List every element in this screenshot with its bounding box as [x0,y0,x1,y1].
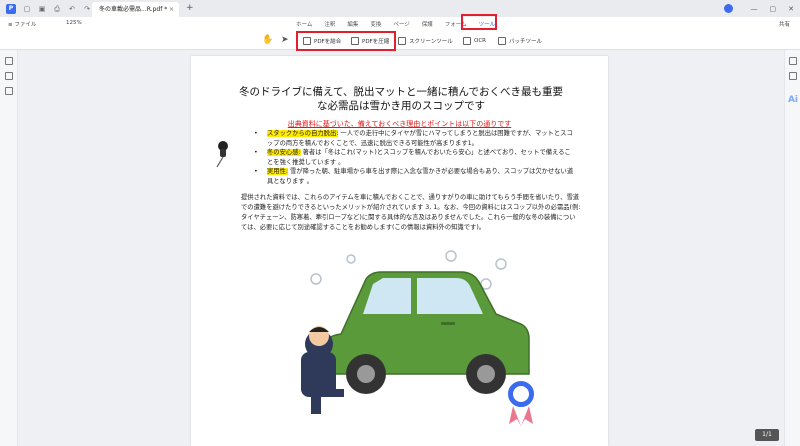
maximize-icon[interactable]: ▢ [770,5,777,13]
bullet-text: 雪が降った朝、駐車場から車を出す際に入念な雪かきが必要な場合もあり、スコップは欠… [267,168,574,185]
close-tab-icon[interactable]: × [169,2,174,17]
screen-icon [398,37,406,45]
screen-tool-label: スクリーンツール [409,39,453,45]
minimize-icon[interactable]: — [751,5,758,13]
undo-icon[interactable]: ↶ [68,5,76,13]
share-button[interactable]: 共有 [779,20,790,28]
close-window-icon[interactable]: ✕ [788,5,794,13]
car-snow-illustration [301,250,536,426]
ocr-button[interactable]: OCR [463,37,486,45]
window-controls: — ▢ ✕ [723,0,800,17]
print-icon[interactable]: ⎙ [53,5,61,13]
page-indicator: 1/1 [755,429,779,441]
tab-annotate[interactable]: 注釈 [324,20,335,28]
document-title: 冬のドライブに備えて、脱出マットと一緒に積んでおくべき最も重要 な必需品は雪かき… [221,85,581,113]
hand-tool-icon[interactable]: ✋ [262,35,273,45]
menu-bar: ≡ ファイル 125% ホーム 注釈 編集 変換 ページ 保護 フォーム ツール… [0,17,800,33]
tab-protect[interactable]: 保護 [422,20,433,28]
avatar[interactable] [723,4,733,13]
bookmark-icon[interactable] [5,72,13,80]
select-tool-icon[interactable]: ➤ [281,35,289,45]
combine-compress-highlight [296,31,396,51]
bullet-text: 著者は「冬はこれ(マット)とスコップを積んでおいたら安心」と述べており、セットで… [267,149,571,166]
ai-assistant-icon[interactable]: Ai [788,95,798,105]
thumbnail-icon[interactable] [5,57,13,65]
comment-icon[interactable] [5,87,13,95]
ocr-label: OCR [474,38,486,44]
ocr-icon [463,37,471,45]
app-logo-icon: P [6,3,16,14]
document-tab-label: 冬の車載必需品...R.pdf * [99,6,168,13]
left-sidebar [0,50,18,446]
list-item: 冬の安心感: 著者は「冬はこれ(マット)とスコップを積んでおいたら安心」と述べて… [254,148,574,167]
tab-convert[interactable]: 変換 [370,20,381,28]
document-subtitle: 出典資料に基づいた、備えておくべき理由とポイントは以下の通りです [287,120,512,128]
panel-icon[interactable] [789,72,797,80]
save-icon[interactable]: ▣ [38,5,46,13]
tools-tab-highlight [461,14,497,30]
properties-icon[interactable] [789,57,797,65]
document-tab[interactable]: 冬の車載必需品...R.pdf * × [92,2,179,17]
batch-tool-button[interactable]: バッチツール [498,37,542,45]
tab-home[interactable]: ホーム [296,20,312,28]
new-tab-button[interactable]: + [186,3,194,13]
pdf-page: 冬のドライブに備えて、脱出マットと一緒に積んでおくべき最も重要 な必需品は雪かき… [191,56,608,446]
body-paragraph: 提供された資料では、これらのアイテムを車に積んでおくことで、通りすがりの車に助け… [241,194,581,231]
bullet-list: スタックからの自力脱出: 一人での走行中にタイヤが雪にハマってしまうと脱出は困難… [254,129,574,186]
right-sidebar [784,50,800,446]
bullet-label: 実用性: [267,168,289,175]
bullet-label: スタックからの自力脱出: [267,130,339,137]
tool-ribbon: ✋ ➤ PDFを結合 PDFを圧縮 スクリーンツール OCR バッチツール [0,33,800,50]
redo-icon[interactable]: ↷ [83,5,91,13]
title-line-1: 冬のドライブに備えて、脱出マットと一緒に積んでおくべき最も重要 [239,86,563,98]
screen-tool-button[interactable]: スクリーンツール [398,37,453,45]
tab-page[interactable]: ページ [393,20,409,28]
batch-icon [498,37,506,45]
file-menu[interactable]: ≡ ファイル [8,20,36,28]
list-item: スタックからの自力脱出: 一人での走行中にタイヤが雪にハマってしまうと脱出は困難… [254,129,574,148]
list-item: 実用性: 雪が降った朝、駐車場から車を出す際に入念な雪かきが必要な場合もあり、ス… [254,167,574,186]
pushpin-icon [216,141,228,168]
menu-icon[interactable]: ▢ [23,5,31,13]
tab-edit[interactable]: 編集 [347,20,358,28]
bullet-label: 冬の安心感: [267,149,301,156]
batch-tool-label: バッチツール [509,39,543,45]
right-menu: 共有 [779,20,790,28]
title-line-2: な必需品は雪かき用のスコップです [317,100,485,112]
zoom-level[interactable]: 125% [66,20,82,26]
